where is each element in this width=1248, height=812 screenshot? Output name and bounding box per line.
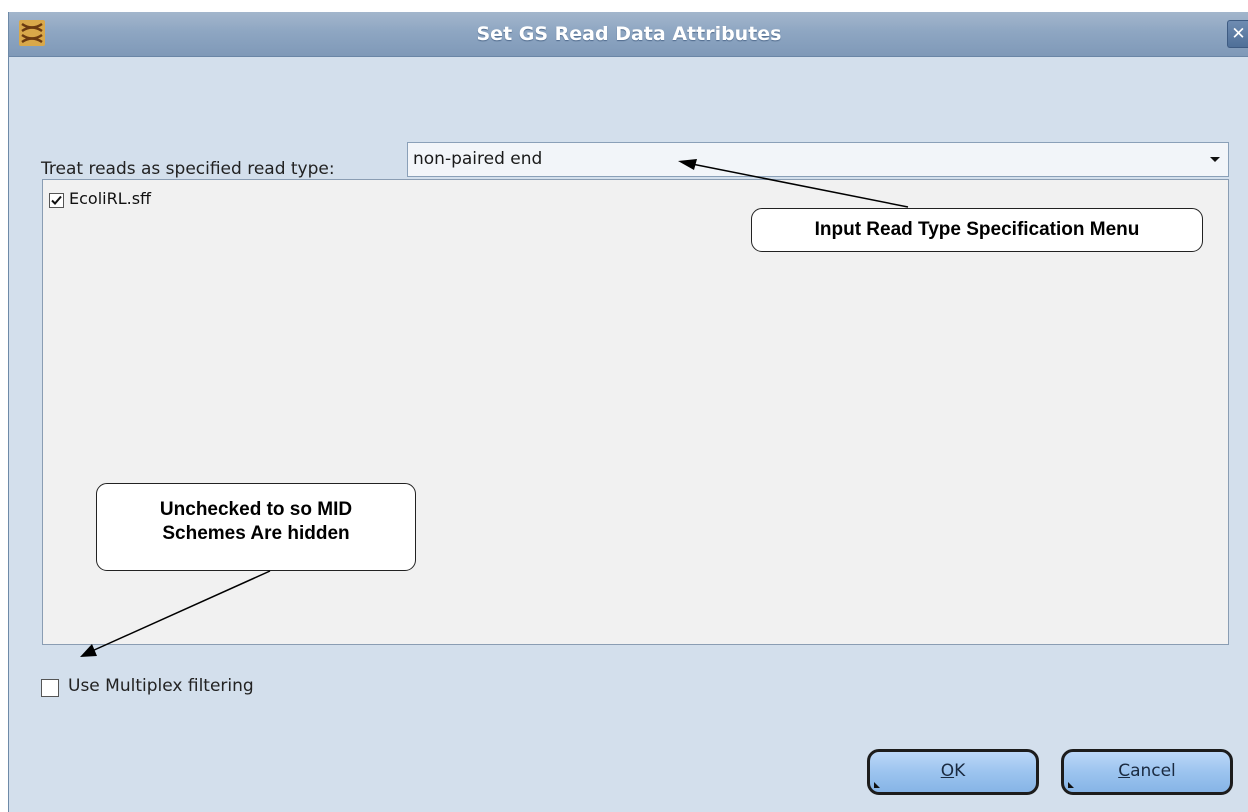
close-icon: ✕ <box>1231 24 1246 44</box>
chevron-down-icon[interactable] <box>1210 157 1220 162</box>
multiplex-checkbox[interactable] <box>41 679 59 697</box>
dialog-window: Set GS Read Data Attributes ✕ Treat read… <box>8 12 1248 812</box>
close-button[interactable]: ✕ <box>1227 20 1248 48</box>
cancel-mnemonic: C <box>1118 761 1131 781</box>
multiplex-label: Use Multiplex filtering <box>68 676 254 696</box>
dialog-title: Set GS Read Data Attributes <box>476 23 782 45</box>
read-type-value: non-paired end <box>413 149 543 169</box>
ok-label-rest: K <box>954 761 966 781</box>
cancel-label-rest: ancel <box>1130 761 1176 781</box>
file-checkbox[interactable] <box>49 193 64 208</box>
checkmark-icon <box>51 195 62 205</box>
ok-mnemonic: O <box>940 761 955 781</box>
read-type-dropdown[interactable]: non-paired end <box>407 142 1229 177</box>
cancel-button[interactable]: Cancel <box>1061 749 1233 795</box>
mid-callout-line2: Schemes Are hidden <box>162 523 350 544</box>
mid-callout-line1: Unchecked to so MID <box>159 499 353 520</box>
file-name: EcoliRL.sff <box>69 189 152 208</box>
title-bar[interactable]: Set GS Read Data Attributes ✕ <box>9 12 1248 57</box>
read-type-label: Treat reads as specified read type: <box>41 159 335 179</box>
ok-button[interactable]: OK <box>867 749 1039 795</box>
mid-schemes-callout: Unchecked to so MID Schemes Are hidden <box>96 483 416 571</box>
read-type-callout: Input Read Type Specification Menu <box>751 208 1203 252</box>
button-corner-icon <box>1068 782 1074 788</box>
button-corner-icon <box>874 782 880 788</box>
